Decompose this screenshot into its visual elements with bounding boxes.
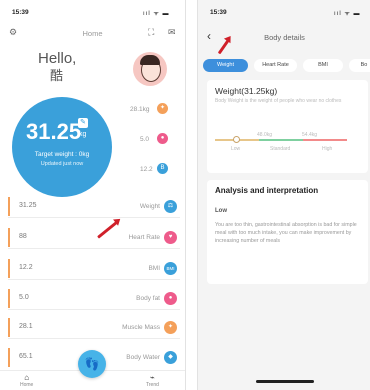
analysis-text: You are too thin, gastrointestinal absor… [215, 222, 357, 244]
metric-label: Heart Rate [128, 234, 160, 241]
current-value-marker [233, 136, 240, 143]
divider [8, 279, 180, 280]
page-title: Home [82, 29, 103, 38]
metric-value: 65.1 [19, 353, 33, 360]
weight-summary-circle[interactable]: 31.25 ✎ kg Target weight : 0kg Updated j… [12, 97, 112, 197]
divider [8, 309, 180, 310]
status-icons: ııl ᯤ ▬ [334, 11, 361, 17]
metric-row-body-fat[interactable]: 5.0 Body fat ● [8, 289, 182, 308]
metric-row-muscle-mass[interactable]: 28.1 Muscle Mass ✦ [8, 318, 182, 337]
greeting: Hello, 酷 [38, 50, 76, 84]
updated-status: Updated just now [40, 161, 84, 167]
nav-trend[interactable]: ⌁ Trend [146, 373, 159, 388]
status-time: 15:39 [210, 9, 227, 16]
scale-tick-value: 48.0kg [257, 132, 273, 138]
scale-label-standard: Standard [270, 146, 291, 152]
metric-value: 12.2 [19, 264, 33, 271]
metric-row-bmi[interactable]: 12.2 BMI BMI [8, 259, 182, 278]
metric-value: 31.25 [19, 202, 37, 209]
status-time: 15:39 [12, 9, 29, 16]
scale-segment-high [303, 139, 347, 141]
metric-label: Weight [139, 203, 160, 210]
metric-value: 5.0 [19, 294, 29, 301]
weight-unit: kg [79, 131, 87, 138]
weight-card: Weight(31.25kg) Body Weight is the weigh… [207, 80, 368, 173]
heart-icon: ♥ [164, 231, 177, 244]
weight-card-description: Body Weight is the weight of people who … [215, 98, 342, 104]
home-screen: 15:39 ııl ᯤ ▬ ⚙ Home ⛶ ✉ Hello, 酷 31.25 … [0, 0, 186, 390]
fat-icon: ● [157, 133, 168, 144]
nav-home[interactable]: ⌂ Home [20, 373, 33, 388]
metric-label: Body Water [126, 354, 160, 361]
tab-heart-rate[interactable]: Heart Rate [254, 59, 297, 72]
edit-icon[interactable]: ✎ [78, 118, 88, 128]
metric-label: Body fat [136, 295, 160, 302]
body-details-screen: 15:39 ııl ᯤ ▬ ‹ Body details Weight Hear… [197, 0, 370, 390]
metric-value: 28.1 [19, 323, 33, 330]
nav-home-label: Home [20, 382, 34, 388]
mail-icon[interactable]: ✉ [168, 28, 176, 37]
tab-weight[interactable]: Weight [203, 59, 248, 72]
muscle-mass-icon: ✦ [164, 321, 177, 334]
metric-row-heart-rate[interactable]: 88 Heart Rate ♥ [8, 228, 182, 247]
home-icon: ⌂ [24, 373, 30, 382]
measure-footprint-button[interactable]: 👣 [78, 350, 106, 378]
target-weight: Target weight : 0kg [34, 151, 90, 158]
analysis-title: Analysis and interpretation [215, 186, 319, 195]
scale-label-low: Low [231, 146, 241, 152]
metric-tabs: Weight Heart Rate BMI Bo [203, 59, 370, 72]
nav-trend-label: Trend [146, 382, 159, 388]
current-weight: 31.25 [26, 119, 82, 144]
avatar[interactable] [133, 52, 167, 86]
weight-range-scale [215, 136, 347, 143]
muscle-icon: ✦ [157, 103, 168, 114]
home-indicator [256, 380, 314, 383]
user-name: 酷 [50, 68, 64, 83]
side-metric-fat-value: 5.0 [140, 136, 150, 143]
water-drop-icon: ◆ [164, 351, 177, 364]
scale-segment-standard [259, 139, 303, 141]
avatar-hair [140, 55, 160, 65]
scale-tick-value: 54.4kg [302, 132, 318, 138]
divider [8, 217, 180, 218]
divider [8, 248, 180, 249]
tab-body[interactable]: Bo [349, 59, 370, 72]
analysis-level: Low [215, 208, 227, 214]
scale-label-high: High [322, 146, 333, 152]
weight-card-title: Weight(31.25kg) [215, 86, 278, 96]
body-fat-icon: ● [164, 292, 177, 305]
analysis-card: Analysis and interpretation Low You are … [207, 180, 368, 284]
tab-bmi[interactable]: BMI [303, 59, 343, 72]
side-metric-bmi-value: 12.2 [140, 166, 153, 173]
metric-value: 88 [19, 233, 27, 240]
divider [8, 338, 180, 339]
bmi-icon: B [157, 163, 168, 174]
status-icons: ııl ᯤ ▬ [143, 11, 170, 17]
weight-scale-icon: ⚖ [164, 200, 177, 213]
metric-label: Muscle Mass [122, 324, 160, 331]
metric-row-weight[interactable]: 31.25 Weight ⚖ [8, 197, 182, 216]
metric-label: BMI [148, 265, 160, 272]
scan-icon[interactable]: ⛶ [148, 28, 154, 37]
bmi-badge-icon: BMI [164, 262, 177, 275]
greeting-text: Hello, [38, 50, 77, 67]
side-metric-muscle-value: 28.1kg [130, 106, 150, 113]
trend-chart-icon: ⌁ [150, 373, 155, 382]
